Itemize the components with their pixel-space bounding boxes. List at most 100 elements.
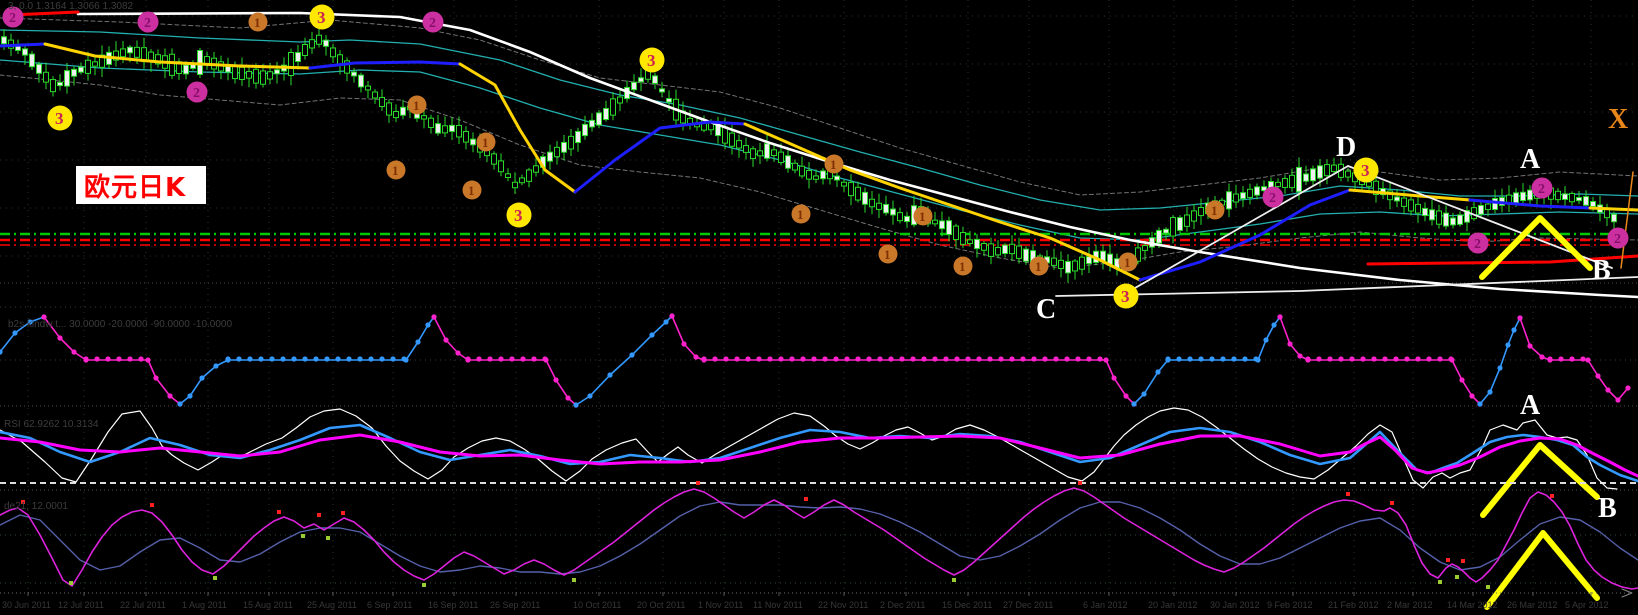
time-axis-label: 1 Aug 2011 — [182, 600, 227, 610]
candle-body — [764, 143, 770, 159]
candle-body — [1289, 174, 1295, 189]
candle-body — [1345, 170, 1351, 178]
panel1-dot — [745, 356, 751, 362]
semaphore-3-label: 3 — [317, 8, 326, 27]
candle-body — [1485, 203, 1491, 211]
panel3-sell-dot — [150, 503, 154, 507]
candle-body — [729, 132, 735, 147]
time-axis-label: 22 Jul 2011 — [120, 600, 166, 610]
panel1-dot — [1064, 356, 1070, 362]
semaphore-1-label: 1 — [1211, 203, 1218, 218]
candle-body — [225, 65, 231, 73]
candle-body — [1303, 173, 1309, 182]
panel1-dot — [1271, 322, 1277, 328]
semaphore-1-label: 1 — [797, 207, 804, 222]
semaphore-2-label: 2 — [429, 16, 436, 31]
candle-body — [806, 169, 812, 180]
panel3-sell-dot — [1550, 494, 1554, 498]
candle-body — [1317, 165, 1323, 179]
semaphore-2-label: 2 — [1538, 182, 1545, 197]
semaphore-2-label: 2 — [1474, 237, 1481, 252]
candle-body — [568, 135, 574, 150]
panel1-dot — [573, 402, 579, 408]
bollinger-lower-band — [0, 59, 1638, 241]
panel1-dot — [425, 322, 431, 328]
semaphore-1-label: 1 — [482, 135, 489, 150]
panel1-dot — [800, 356, 806, 362]
candle-body — [603, 107, 609, 121]
panel1-dot — [1103, 357, 1109, 363]
panel1-dot — [1231, 356, 1237, 362]
candle-body — [617, 96, 623, 104]
candle-body — [1443, 212, 1449, 227]
panel1-dot — [1426, 356, 1432, 362]
candle-body — [302, 44, 308, 56]
candle-body — [127, 46, 133, 54]
panel1-dot — [1497, 365, 1503, 371]
time-axis-label: 30 Jan 2012 — [1210, 600, 1260, 610]
candle-body — [330, 47, 336, 58]
panel1-dot — [1517, 315, 1523, 321]
semaphore-3-label: 3 — [55, 109, 64, 128]
semaphore-3-label: 3 — [1361, 161, 1370, 180]
semaphore-1-label: 1 — [919, 209, 926, 224]
time-axis-label: 26 Sep 2011 — [490, 600, 540, 610]
panel1-dot — [943, 356, 949, 362]
panel3-buy-dot — [326, 536, 330, 540]
candle-body — [533, 165, 539, 173]
panel1-zigzag — [433, 316, 469, 361]
panel1-dot — [811, 356, 817, 362]
panel1-dot — [1382, 356, 1388, 362]
panel1-dot — [1449, 357, 1455, 363]
semaphore-3-label: 3 — [1121, 287, 1130, 306]
candle-body — [1163, 228, 1169, 234]
panel3-buy-dot — [213, 576, 217, 580]
panel1-dot — [1558, 356, 1564, 362]
panel1-dot — [1198, 356, 1204, 362]
panel1-dot — [778, 356, 784, 362]
panel2-line-magenta — [0, 433, 1638, 478]
panel1-dot — [1141, 391, 1147, 397]
trading-chart-surface[interactable]: 3 3 3 3 3 3 1 1 1 1 1 1 1 1 1 1 1 1 1 2 2 2 2 2 2 2 2 D A B C X A B 3, 0.0… — [0, 0, 1638, 615]
panel1-dot — [693, 354, 699, 360]
panel1-dot — [1020, 356, 1026, 362]
panel1-dot — [1371, 356, 1377, 362]
candle-body — [442, 125, 448, 134]
panel1-dot — [723, 356, 729, 362]
panel1-dot — [789, 356, 795, 362]
candle-body — [890, 208, 896, 216]
candle-body — [561, 141, 567, 153]
candle-body — [652, 75, 658, 84]
candle-body — [470, 138, 476, 146]
time-axis-label: 1 Nov 2011 — [698, 600, 743, 610]
panel1-dot — [833, 356, 839, 362]
chart-canvas[interactable]: 3 3 3 3 3 3 1 1 1 1 1 1 1 1 1 1 1 1 1 2 2 2 2 2 2 2 2 D A B C X A B 3, 0.0… — [0, 0, 1638, 615]
candle-body — [232, 64, 238, 80]
candle-body — [1191, 210, 1197, 222]
panel1-dot — [346, 356, 352, 362]
panel1-dot — [681, 341, 687, 347]
candle-body — [169, 53, 175, 76]
panel1-dot — [236, 356, 242, 362]
candle-body — [974, 238, 980, 250]
candle-body — [1478, 204, 1484, 215]
candle-body — [1422, 207, 1428, 217]
candle-body — [1226, 191, 1232, 210]
panel1-dot — [213, 363, 219, 369]
semaphore-1-label: 1 — [959, 259, 966, 274]
panel1-dot — [1297, 353, 1303, 359]
candle-body — [1072, 260, 1078, 272]
candle-body — [526, 169, 532, 182]
white-trendline — [1127, 165, 1349, 293]
panel1-dot — [1155, 369, 1161, 375]
panel1-dot — [1209, 356, 1215, 362]
candle-body — [239, 66, 245, 80]
panel1-zigzag — [545, 359, 577, 406]
panel1-dot — [701, 356, 707, 362]
candle-body — [449, 124, 455, 132]
candle-body — [778, 151, 784, 164]
panel1-dot — [649, 332, 655, 338]
panel1-zigzag — [671, 315, 705, 361]
panel1-dot — [153, 375, 159, 381]
ma-slow-white — [76, 11, 1638, 299]
